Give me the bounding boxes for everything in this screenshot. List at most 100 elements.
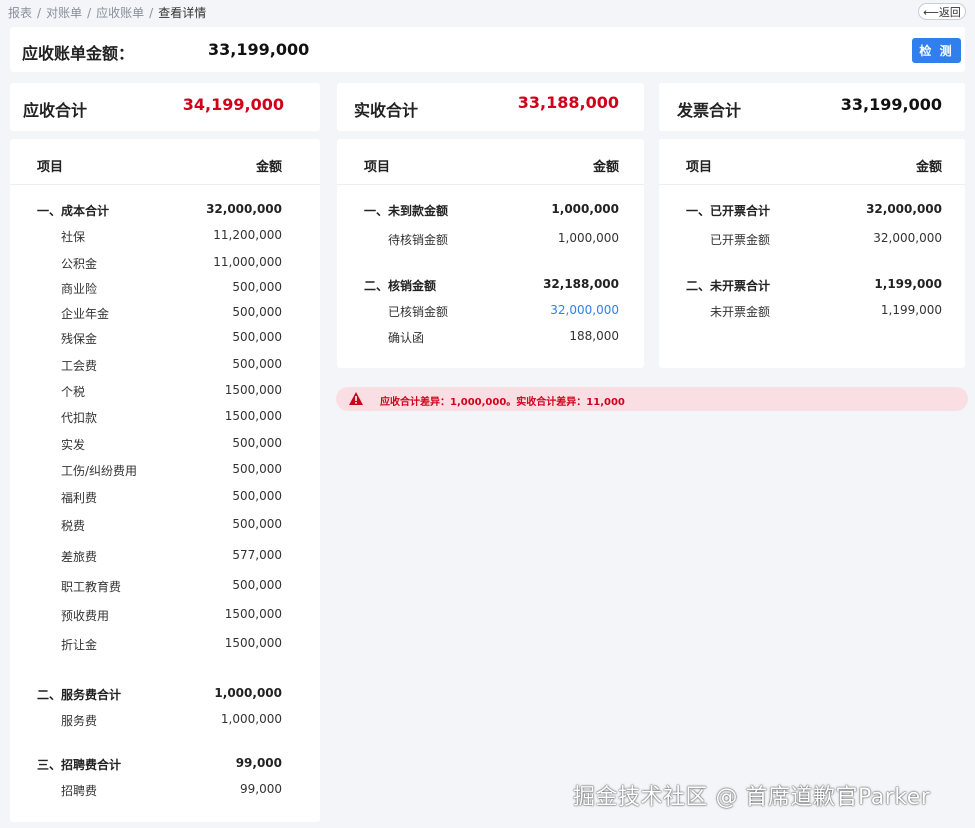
row-label: 三、招聘费合计 [37,758,122,772]
row-label: 未开票金额 [710,305,771,319]
check-button[interactable]: 检 测 [912,38,961,63]
table-header: 项目 金额 [10,139,320,185]
row-amount: 32,000,000 [873,231,942,245]
table-row: 残保金 500,000 [10,330,320,348]
table-row: 税费 500,000 [10,517,320,535]
row-label: 招聘费 [61,784,98,798]
table-row: 福利费 500,000 [10,489,320,507]
table-row: 已核销金额 32,000,000 [337,303,644,321]
row-amount: 11,200,000 [213,228,282,242]
group-row: 一、已开票合计 32,000,000 [659,202,965,220]
row-label: 一、成本合计 [37,204,110,218]
warning-icon [349,392,363,405]
difference-alert: 应收合计差异：1,000,000。实收合计差异：11,000 [336,387,968,411]
table-row: 实发 500,000 [10,436,320,454]
row-amount: 32,000,000 [206,202,282,216]
receivable-table: 项目 金额 一、成本合计 32,000,000 社保 11,200,000 公积金 11,… [10,139,320,822]
table-row: 服务费 1,000,000 [10,712,320,730]
row-amount: 32,188,000 [543,277,619,291]
row-label: 残保金 [61,332,98,346]
table-row: 个税 1500,000 [10,383,320,401]
row-amount: 1,000,000 [220,712,282,726]
row-amount: 1500,000 [224,383,282,397]
column-item: 项目 [686,160,713,175]
row-label: 服务费 [61,714,98,728]
row-amount: 500,000 [232,357,282,371]
invoice-header: 发票合计 33,199,000 [659,83,965,131]
row-amount: 1,000,000 [214,686,282,700]
table-row: 已开票金额 32,000,000 [659,231,965,249]
row-amount: 188,000 [569,329,619,343]
group-row: 一、成本合计 32,000,000 [10,202,320,220]
invoice-title: 发票合计 [677,101,742,120]
row-label: 一、未到款金额 [364,204,449,218]
row-label: 差旅费 [61,550,98,564]
row-label: 个税 [61,385,86,399]
invoice-total: 33,199,000 [840,95,942,114]
row-label: 一、已开票合计 [686,204,771,218]
receivable-title: 应收合计 [23,101,88,120]
amount-link[interactable]: 32,000,000 [550,303,619,317]
group-row: 一、未到款金额 1,000,000 [337,202,644,220]
table-row: 差旅费 577,000 [10,548,320,566]
column-item: 项目 [364,160,391,175]
received-header: 实收合计 33,188,000 [337,83,644,131]
row-amount: 1,000,000 [557,231,619,245]
summary-label: 应收账单金额： [22,44,135,63]
row-amount: 1500,000 [224,409,282,423]
row-label: 社保 [61,230,86,244]
table-row: 职工教育费 500,000 [10,578,320,596]
row-amount: 500,000 [232,489,282,503]
table-row: 企业年金 500,000 [10,305,320,323]
table-row: 社保 11,200,000 [10,228,320,246]
row-amount: 1500,000 [224,607,282,621]
breadcrumb-item-reports[interactable]: 报表 [8,6,32,20]
row-label: 职工教育费 [61,580,122,594]
row-label: 福利费 [61,491,98,505]
table-header: 项目 金额 [337,139,644,185]
watermark: 掘金技术社区 @ 首席道歉官Parker [573,785,931,810]
row-label: 企业年金 [61,307,110,321]
row-label: 实发 [61,438,86,452]
row-amount: 1500,000 [224,636,282,650]
column-item: 项目 [37,160,64,175]
row-label: 工伤/纠纷费用 [61,464,138,478]
row-amount: 500,000 [232,517,282,531]
row-amount: 32,000,000 [866,202,942,216]
table-row: 商业险 500,000 [10,280,320,298]
table-row: 预收费用 1500,000 [10,607,320,625]
received-title: 实收合计 [354,101,419,120]
row-label: 税费 [61,519,86,533]
row-label: 折让金 [61,638,98,652]
row-label: 代扣款 [61,411,98,425]
breadcrumb-item-receivable[interactable]: 应收账单 [96,6,144,20]
row-label: 预收费用 [61,609,110,623]
column-amount: 金额 [915,160,942,175]
group-row: 三、招聘费合计 99,000 [10,756,320,774]
back-button[interactable]: ⟵返回 [918,3,966,20]
row-label: 确认函 [388,331,425,345]
alert-text: 应收合计差异：1,000,000。实收合计差异：11,000 [380,397,625,408]
group-row: 二、未开票合计 1,199,000 [659,277,965,295]
breadcrumb: 报表 / 对账单 / 应收账单 / 查看详情 [8,4,206,21]
breadcrumb-current: 查看详情 [158,6,207,20]
row-label: 待核销金额 [388,233,449,247]
row-amount: 500,000 [232,578,282,592]
breadcrumb-separator: / [149,6,154,20]
row-amount: 500,000 [232,462,282,476]
row-amount: 1,000,000 [551,202,619,216]
summary-bar: 应收账单金额： 33,199,000 检 测 [10,27,965,72]
table-row: 招聘费 99,000 [10,782,320,800]
table-header: 项目 金额 [659,139,965,185]
receivable-header: 应收合计 34,199,000 [10,83,320,131]
table-row: 确认函 188,000 [337,329,644,347]
row-amount: 500,000 [232,305,282,319]
row-label: 已核销金额 [388,305,449,319]
breadcrumb-separator: / [37,6,42,20]
breadcrumb-item-statements[interactable]: 对账单 [46,6,82,20]
breadcrumb-separator: / [87,6,92,20]
group-row: 二、服务费合计 1,000,000 [10,686,320,704]
row-amount: 1,199,000 [874,277,942,291]
summary-value: 33,199,000 [208,40,310,59]
row-amount: 99,000 [240,782,282,796]
